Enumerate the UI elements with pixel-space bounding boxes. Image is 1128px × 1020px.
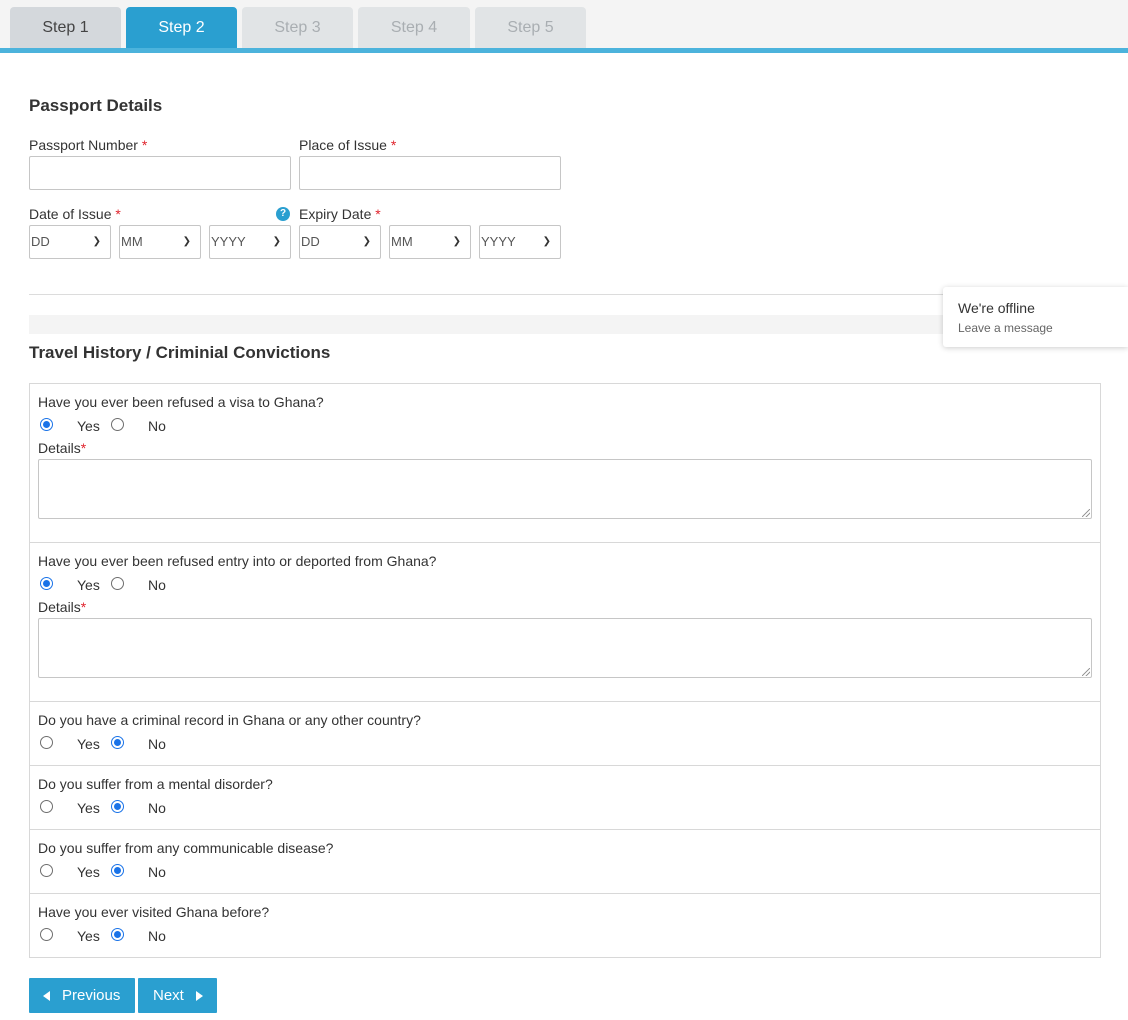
- expiry-year-select[interactable]: YYYY ❯: [479, 225, 561, 259]
- no-label: No: [148, 418, 166, 434]
- passport-number-label: Passport Number *: [29, 137, 148, 153]
- tab-step-5: Step 5: [475, 7, 586, 48]
- required-mark: *: [115, 206, 121, 222]
- q5-yes-radio[interactable]: [40, 864, 53, 877]
- no-label: No: [148, 577, 166, 593]
- yes-label: Yes: [77, 418, 100, 434]
- question-text: Do you have a criminal record in Ghana o…: [38, 712, 421, 728]
- section-spacer-bar: [29, 315, 1101, 334]
- question-text: Have you ever been refused entry into or…: [38, 553, 437, 569]
- q3-yes-radio[interactable]: [40, 736, 53, 749]
- help-icon[interactable]: ?: [276, 207, 290, 221]
- q5-no-radio[interactable]: [111, 864, 124, 877]
- chevron-down-icon: ❯: [362, 236, 371, 247]
- tab-step-2[interactable]: Step 2: [126, 7, 237, 48]
- expiry-day-select[interactable]: DD ❯: [299, 225, 381, 259]
- q4-yes-radio[interactable]: [40, 800, 53, 813]
- yes-label: Yes: [77, 928, 100, 944]
- expiry-month-select[interactable]: MM ❯: [389, 225, 471, 259]
- required-mark: *: [375, 206, 381, 222]
- chevron-down-icon: ❯: [182, 236, 191, 247]
- required-mark: *: [141, 137, 148, 153]
- place-of-issue-label: Place of Issue *: [299, 137, 397, 153]
- arrow-right-icon: [196, 991, 203, 1001]
- tab-underline: [0, 48, 1128, 53]
- tab-step-1[interactable]: Step 1: [10, 7, 121, 48]
- chat-status: We're offline: [958, 300, 1035, 316]
- q1-yes-radio[interactable]: [40, 418, 53, 431]
- no-label: No: [148, 800, 166, 816]
- no-label: No: [148, 928, 166, 944]
- chevron-down-icon: ❯: [542, 236, 551, 247]
- question-divider: [30, 701, 1100, 702]
- arrow-left-icon: [43, 991, 50, 1001]
- required-mark: *: [80, 599, 87, 615]
- issue-day-select[interactable]: DD ❯: [29, 225, 111, 259]
- question-text: Have you ever been refused a visa to Gha…: [38, 394, 324, 410]
- question-divider: [30, 542, 1100, 543]
- q4-no-radio[interactable]: [111, 800, 124, 813]
- questions-panel: Have you ever been refused a visa to Gha…: [29, 383, 1101, 958]
- details-label: Details*: [38, 440, 87, 456]
- expiry-date-label: Expiry Date *: [299, 206, 381, 222]
- question-divider: [30, 765, 1100, 766]
- place-of-issue-input[interactable]: [299, 156, 561, 190]
- question-text: Have you ever visited Ghana before?: [38, 904, 270, 920]
- next-button[interactable]: Next: [138, 978, 217, 1013]
- q1-details-textarea[interactable]: [38, 459, 1092, 519]
- question-text: Do you suffer from any communicable dise…: [38, 840, 334, 856]
- q1-no-radio[interactable]: [111, 418, 124, 431]
- q2-no-radio[interactable]: [111, 577, 124, 590]
- q2-details-textarea[interactable]: [38, 618, 1092, 678]
- tab-step-3: Step 3: [242, 7, 353, 48]
- yes-label: Yes: [77, 577, 100, 593]
- question-divider: [30, 893, 1100, 894]
- previous-label: Previous: [62, 987, 121, 1004]
- no-label: No: [148, 736, 166, 752]
- required-mark: *: [390, 137, 397, 153]
- yes-label: Yes: [77, 736, 100, 752]
- no-label: No: [148, 864, 166, 880]
- chat-leave-message[interactable]: Leave a message: [958, 321, 1053, 335]
- passport-number-input[interactable]: [29, 156, 291, 190]
- tab-step-4: Step 4: [358, 7, 470, 48]
- resize-grip-icon[interactable]: [1082, 509, 1090, 517]
- q3-no-radio[interactable]: [111, 736, 124, 749]
- chevron-down-icon: ❯: [92, 236, 101, 247]
- yes-label: Yes: [77, 864, 100, 880]
- previous-button[interactable]: Previous: [29, 978, 135, 1013]
- chevron-down-icon: ❯: [452, 236, 461, 247]
- passport-section-title: Passport Details: [29, 96, 163, 115]
- required-mark: *: [80, 440, 87, 456]
- section-divider: [29, 294, 1101, 295]
- issue-year-select[interactable]: YYYY ❯: [209, 225, 291, 259]
- details-label: Details*: [38, 599, 87, 615]
- yes-label: Yes: [77, 800, 100, 816]
- step-tabs: Step 1 Step 2 Step 3 Step 4 Step 5: [0, 0, 1128, 53]
- travel-section-title: Travel History / Criminial Convictions: [29, 343, 331, 362]
- resize-grip-icon[interactable]: [1082, 668, 1090, 676]
- date-of-issue-label: Date of Issue *: [29, 206, 121, 222]
- question-text: Do you suffer from a mental disorder?: [38, 776, 273, 792]
- question-divider: [30, 829, 1100, 830]
- q6-yes-radio[interactable]: [40, 928, 53, 941]
- next-label: Next: [153, 987, 184, 1004]
- q2-yes-radio[interactable]: [40, 577, 53, 590]
- chat-widget[interactable]: We're offline Leave a message: [943, 287, 1128, 347]
- q6-no-radio[interactable]: [111, 928, 124, 941]
- issue-month-select[interactable]: MM ❯: [119, 225, 201, 259]
- chevron-down-icon: ❯: [272, 236, 281, 247]
